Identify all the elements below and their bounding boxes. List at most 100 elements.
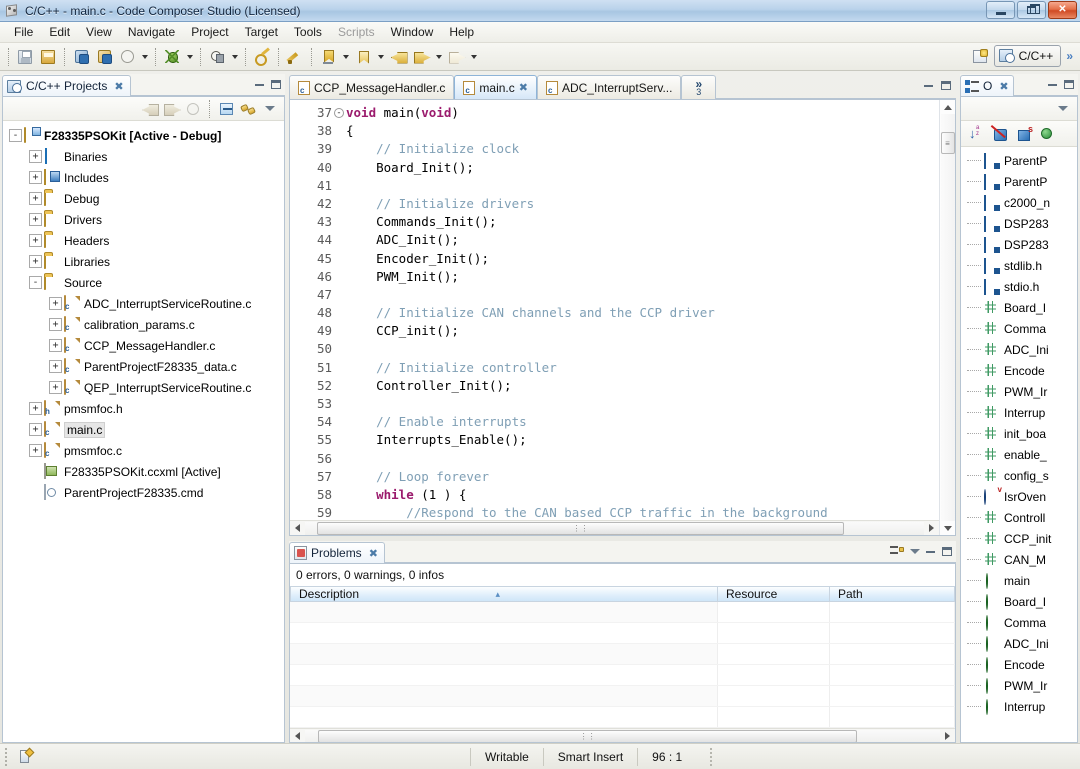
back-button[interactable] — [387, 46, 409, 68]
forward-pale-dropdown[interactable] — [468, 46, 479, 68]
tree-expander-icon[interactable]: + — [29, 171, 42, 184]
previous-annotation-dropdown[interactable] — [375, 46, 386, 68]
link-with-editor-button[interactable] — [238, 99, 258, 119]
tree-expander-icon[interactable]: - — [29, 276, 42, 289]
toolbar-overflow-icon[interactable]: » — [1063, 49, 1076, 63]
tree-expander-icon[interactable]: + — [29, 234, 42, 247]
outline-item[interactable]: Comma — [961, 612, 1077, 633]
save-button[interactable] — [14, 46, 36, 68]
hscroll-track[interactable]: ⋮⋮ — [305, 730, 940, 743]
outline-item[interactable]: DSP283 — [961, 213, 1077, 234]
scroll-down-button[interactable] — [941, 521, 955, 535]
code-viewport[interactable]: 37-3839404142434445464748495051525354555… — [290, 100, 939, 520]
scroll-left-button[interactable] — [290, 521, 305, 535]
previous-annotation-button[interactable] — [352, 46, 374, 68]
problems-table-body[interactable] — [290, 602, 955, 728]
tab-problems[interactable]: Problems ✖ — [289, 542, 385, 563]
scroll-up-button[interactable] — [941, 100, 955, 114]
tree-item[interactable]: ParentProjectF28335.cmd — [3, 482, 284, 503]
tree-item[interactable]: +Binaries — [3, 146, 284, 167]
tree-item[interactable]: +ccalibration_params.c — [3, 314, 284, 335]
close-button[interactable]: ✕ — [1048, 1, 1077, 19]
menu-target[interactable]: Target — [237, 23, 286, 41]
tree-expander-icon[interactable]: + — [29, 255, 42, 268]
outline-item[interactable]: Interrup — [961, 696, 1077, 717]
outline-item[interactable]: CAN_M — [961, 549, 1077, 570]
tree-item[interactable]: +cmain.c — [3, 419, 284, 440]
tree-item[interactable]: +Drivers — [3, 209, 284, 230]
build-all-button[interactable] — [93, 46, 115, 68]
maximize-view-button[interactable] — [1062, 79, 1075, 90]
editor-tab-adc-isr[interactable]: c ADC_InterruptServ... — [537, 75, 681, 99]
tree-item[interactable]: +cADC_InterruptServiceRoutine.c — [3, 293, 284, 314]
menu-scripts[interactable]: Scripts — [330, 23, 383, 41]
save-all-button[interactable] — [37, 46, 59, 68]
tree-item[interactable]: +Libraries — [3, 251, 284, 272]
tree-item[interactable]: -Source — [3, 272, 284, 293]
tree-expander-icon[interactable]: + — [29, 423, 42, 436]
sort-az-icon[interactable] — [969, 126, 985, 142]
next-annotation-button[interactable] — [317, 46, 339, 68]
table-row[interactable] — [290, 644, 955, 665]
tree-expander-icon[interactable]: + — [49, 297, 62, 310]
close-icon[interactable]: ✖ — [369, 547, 378, 560]
column-header-path[interactable]: Path — [830, 586, 955, 602]
outline-item[interactable]: Interrup — [961, 402, 1077, 423]
project-tree[interactable]: -F28335PSOKit [Active - Debug]+Binaries +… — [3, 121, 284, 742]
outline-item[interactable]: ADC_Ini — [961, 339, 1077, 360]
outline-item[interactable]: ParentP — [961, 150, 1077, 171]
build-button[interactable] — [70, 46, 92, 68]
hscroll-thumb[interactable]: ⋮⋮ — [317, 522, 843, 535]
editor-vertical-scrollbar[interactable]: ≡ — [939, 100, 955, 535]
maximize-button[interactable] — [1017, 1, 1046, 19]
editor-tab-overflow[interactable]: » 3 — [681, 75, 716, 99]
tree-item[interactable]: +cParentProjectF28335_data.c — [3, 356, 284, 377]
view-menu-button[interactable] — [1053, 99, 1073, 119]
tree-item[interactable]: +cQEP_InterruptServiceRoutine.c — [3, 377, 284, 398]
outline-item[interactable]: Controll — [961, 507, 1077, 528]
hscroll-track[interactable]: ⋮⋮ — [305, 522, 924, 535]
scroll-left-button[interactable] — [290, 729, 305, 743]
perspective-cpp-button[interactable]: C/C++ — [994, 45, 1062, 67]
close-icon[interactable]: ✖ — [999, 80, 1008, 93]
problems-horizontal-scrollbar[interactable]: ⋮⋮ — [290, 728, 955, 743]
menu-project[interactable]: Project — [183, 23, 236, 41]
forward-dropdown[interactable] — [433, 46, 444, 68]
source-code[interactable]: void main(void){ // Initialize clock Boa… — [336, 100, 939, 520]
tree-expander-icon[interactable]: + — [29, 402, 42, 415]
next-annotation-dropdown[interactable] — [340, 46, 351, 68]
close-icon[interactable]: ✖ — [519, 81, 528, 94]
outline-item[interactable]: c2000_n — [961, 192, 1077, 213]
tab-cpp-projects[interactable]: C/C++ Projects ✖ — [2, 75, 131, 96]
open-perspective-button[interactable] — [970, 45, 992, 67]
outline-item[interactable]: Board_I — [961, 591, 1077, 612]
forward-button[interactable] — [410, 46, 432, 68]
editor-tab-main[interactable]: c main.c ✖ — [454, 75, 537, 99]
view-menu-button[interactable] — [260, 99, 280, 119]
run-dropdown[interactable] — [229, 46, 240, 68]
outline-item[interactable]: enable_ — [961, 444, 1077, 465]
menu-tools[interactable]: Tools — [286, 23, 330, 41]
tab-outline[interactable]: O ✖ — [960, 75, 1014, 96]
debug-perspective-button[interactable] — [251, 46, 273, 68]
table-row[interactable] — [290, 707, 955, 728]
tree-item[interactable]: -F28335PSOKit [Active - Debug] — [3, 125, 284, 146]
column-header-resource[interactable]: Resource — [718, 586, 830, 602]
minimize-view-button[interactable] — [253, 79, 266, 90]
outline-item[interactable]: CCP_init — [961, 528, 1077, 549]
menu-navigate[interactable]: Navigate — [120, 23, 183, 41]
build-config-button[interactable] — [116, 46, 138, 68]
vscroll-thumb[interactable]: ≡ — [941, 132, 955, 154]
menu-help[interactable]: Help — [441, 23, 482, 41]
minimize-view-button[interactable] — [1046, 79, 1059, 90]
outline-item[interactable]: DSP283 — [961, 234, 1077, 255]
hide-fields-icon[interactable] — [993, 126, 1009, 142]
outline-item[interactable]: config_s — [961, 465, 1077, 486]
collapse-all-button[interactable] — [216, 99, 236, 119]
table-row[interactable] — [290, 665, 955, 686]
run-button[interactable] — [206, 46, 228, 68]
outline-item[interactable]: init_boa — [961, 423, 1077, 444]
outline-item[interactable]: Comma — [961, 318, 1077, 339]
filters-button[interactable] — [888, 546, 905, 557]
outline-item[interactable]: ParentP — [961, 171, 1077, 192]
